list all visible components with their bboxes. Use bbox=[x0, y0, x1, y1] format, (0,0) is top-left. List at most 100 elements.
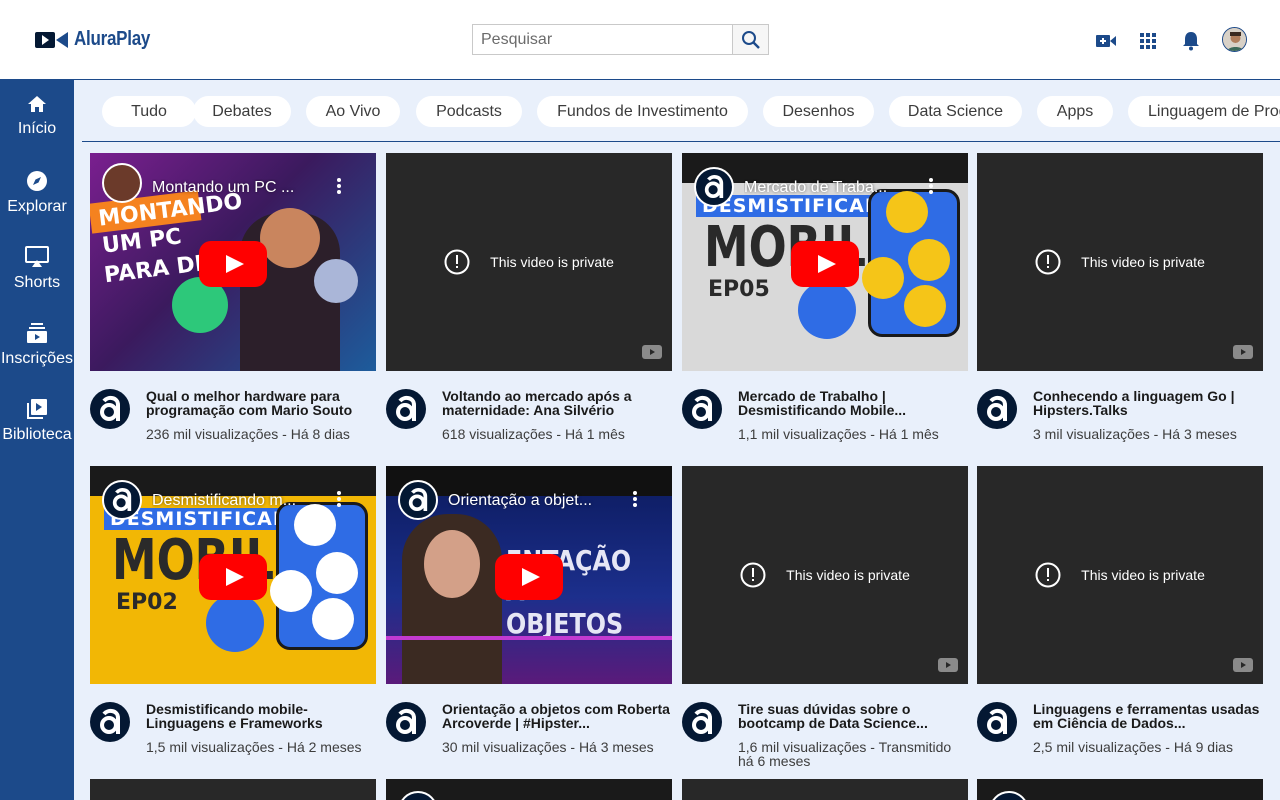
video-thumbnail-partial[interactable] bbox=[682, 779, 968, 800]
channel-avatar[interactable] bbox=[977, 389, 1017, 429]
alura-logo-icon bbox=[704, 175, 724, 198]
logo-text: AluraPlay bbox=[74, 28, 151, 50]
video-title[interactable]: Mercado de Trabalho | Desmistificando Mo… bbox=[738, 389, 966, 417]
alura-play-logo[interactable]: AluraPlay bbox=[34, 28, 164, 51]
cpu-graphic bbox=[314, 259, 358, 303]
chip-fundos-de-investimento[interactable]: Fundos de Investimento bbox=[537, 96, 748, 127]
play-button-icon[interactable] bbox=[199, 554, 267, 600]
more-options-icon[interactable] bbox=[928, 177, 934, 195]
person-graphic bbox=[862, 257, 904, 299]
alura-logo-icon bbox=[396, 395, 416, 421]
create-video-button[interactable] bbox=[1095, 30, 1117, 52]
user-avatar-image bbox=[1223, 28, 1246, 51]
chip-tudo[interactable]: Tudo bbox=[102, 96, 196, 127]
shorts-icon bbox=[25, 246, 49, 267]
youtube-logo-icon[interactable] bbox=[1233, 658, 1253, 672]
video-title[interactable]: Orientação a objetos com Roberta Arcover… bbox=[442, 702, 670, 730]
search-input[interactable] bbox=[472, 24, 732, 55]
channel-badge bbox=[398, 791, 438, 800]
neon-line bbox=[386, 636, 672, 640]
youtube-logo-icon[interactable] bbox=[642, 345, 662, 359]
private-text: This video is private bbox=[1081, 254, 1205, 270]
video-info: 236 mil visualizações - Há 8 dias bbox=[146, 426, 350, 442]
video-info: 1,5 mil visualizações - Há 2 meses bbox=[146, 739, 362, 755]
video-thumbnail-partial[interactable] bbox=[386, 779, 672, 800]
video-thumbnail[interactable]: This video is private bbox=[977, 153, 1263, 371]
video-title[interactable]: Desmistificando mobile- Linguagens e Fra… bbox=[146, 702, 374, 730]
private-message: This video is private bbox=[977, 562, 1263, 588]
more-options-icon[interactable] bbox=[336, 177, 342, 195]
channel-avatar[interactable] bbox=[386, 702, 426, 742]
chip-ao-vivo[interactable]: Ao Vivo bbox=[306, 96, 400, 127]
video-title[interactable]: Qual o melhor hardware para programação … bbox=[146, 389, 374, 417]
video-info: 3 mil visualizações - Há 3 meses bbox=[1033, 426, 1237, 442]
subscriptions-icon bbox=[27, 323, 47, 343]
video-thumbnail[interactable]: ENTAÇÃO A OBJETOS Orientação a objet... bbox=[386, 466, 672, 684]
channel-avatar[interactable] bbox=[682, 702, 722, 742]
video-thumbnail[interactable]: MONTANDO UM PC PARA DE Montando um PC ..… bbox=[90, 153, 376, 371]
more-options-icon[interactable] bbox=[632, 490, 638, 508]
chip-apps[interactable]: Apps bbox=[1037, 96, 1113, 127]
channel-avatar[interactable] bbox=[386, 389, 426, 429]
search-bar bbox=[472, 24, 769, 55]
video-title[interactable]: Tire suas dúvidas sobre o bootcamp de Da… bbox=[738, 702, 966, 730]
alura-logo-icon bbox=[100, 395, 120, 421]
video-thumbnail[interactable]: DESMISTIFICANDO MOBILE EP02 Desmistifica… bbox=[90, 466, 376, 684]
video-thumbnail[interactable]: This video is private bbox=[386, 153, 672, 371]
video-info: 30 mil visualizações - Há 3 meses bbox=[442, 739, 654, 755]
user-avatar[interactable] bbox=[1222, 27, 1247, 52]
chip-podcasts[interactable]: Podcasts bbox=[416, 96, 522, 127]
thumbnail-episode: EP05 bbox=[708, 277, 770, 302]
sidebar-item-explorar[interactable]: Explorar bbox=[0, 170, 74, 230]
warning-icon bbox=[1035, 562, 1061, 588]
video-title[interactable]: Conhecendo a linguagem Go | Hipsters.Tal… bbox=[1033, 389, 1261, 417]
play-button-icon[interactable] bbox=[495, 554, 563, 600]
video-info: 1,6 mil visualizações - Transmitido há 6… bbox=[738, 739, 952, 769]
youtube-logo-icon[interactable] bbox=[938, 658, 958, 672]
sidebar-item-inicio[interactable]: Início bbox=[0, 94, 74, 154]
video-title[interactable]: Linguagens e ferramentas usadas em Ciênc… bbox=[1033, 702, 1261, 730]
sidebar-item-label: Biblioteca bbox=[2, 426, 72, 443]
channel-avatar[interactable] bbox=[977, 702, 1017, 742]
person-graphic bbox=[316, 552, 358, 594]
video-thumbnail[interactable]: This video is private bbox=[682, 466, 968, 684]
home-icon bbox=[28, 96, 46, 112]
channel-avatar[interactable] bbox=[90, 389, 130, 429]
channel-badge bbox=[989, 791, 1029, 800]
person-graphic bbox=[206, 594, 264, 652]
video-thumbnail[interactable]: DESMISTIFICANDO MOBILE EP05 Mercado de T… bbox=[682, 153, 968, 371]
chip-debates[interactable]: Debates bbox=[193, 96, 291, 127]
alura-logo-icon bbox=[692, 395, 712, 421]
alura-logo-icon bbox=[408, 488, 428, 511]
search-button[interactable] bbox=[732, 24, 769, 55]
thumbnail-title: Orientação a objet... bbox=[448, 492, 593, 509]
private-text: This video is private bbox=[786, 567, 910, 583]
person-graphic bbox=[270, 570, 312, 612]
person-graphic bbox=[886, 191, 928, 233]
channel-badge bbox=[102, 480, 142, 520]
chip-desenhos[interactable]: Desenhos bbox=[763, 96, 874, 127]
chip-linguagem-de-programacao[interactable]: Linguagem de Prog bbox=[1128, 96, 1280, 127]
chip-data-science[interactable]: Data Science bbox=[889, 96, 1022, 127]
apps-grid-icon bbox=[1140, 33, 1156, 49]
sidebar-item-label: Inscrições bbox=[0, 350, 74, 367]
apps-button[interactable] bbox=[1137, 30, 1159, 52]
video-info: 1,1 mil visualizações - Há 1 mês bbox=[738, 426, 939, 442]
more-options-icon[interactable] bbox=[336, 490, 342, 508]
library-icon bbox=[27, 399, 47, 419]
sidebar-item-shorts[interactable]: Shorts bbox=[0, 246, 74, 306]
sidebar-item-inscricoes[interactable]: Inscrições bbox=[0, 322, 74, 382]
video-title[interactable]: Voltando ao mercado após a maternidade: … bbox=[442, 389, 670, 417]
sidebar-item-biblioteca[interactable]: Biblioteca bbox=[0, 398, 74, 458]
video-thumbnail[interactable]: This video is private bbox=[977, 466, 1263, 684]
notifications-button[interactable] bbox=[1180, 30, 1202, 52]
private-message: This video is private bbox=[682, 562, 968, 588]
play-button-icon[interactable] bbox=[791, 241, 859, 287]
compass-icon bbox=[27, 171, 47, 191]
youtube-logo-icon[interactable] bbox=[1233, 345, 1253, 359]
video-thumbnail-partial[interactable] bbox=[90, 779, 376, 800]
channel-avatar[interactable] bbox=[682, 389, 722, 429]
channel-avatar[interactable] bbox=[90, 702, 130, 742]
play-button-icon[interactable] bbox=[199, 241, 267, 287]
video-thumbnail-partial[interactable] bbox=[977, 779, 1263, 800]
